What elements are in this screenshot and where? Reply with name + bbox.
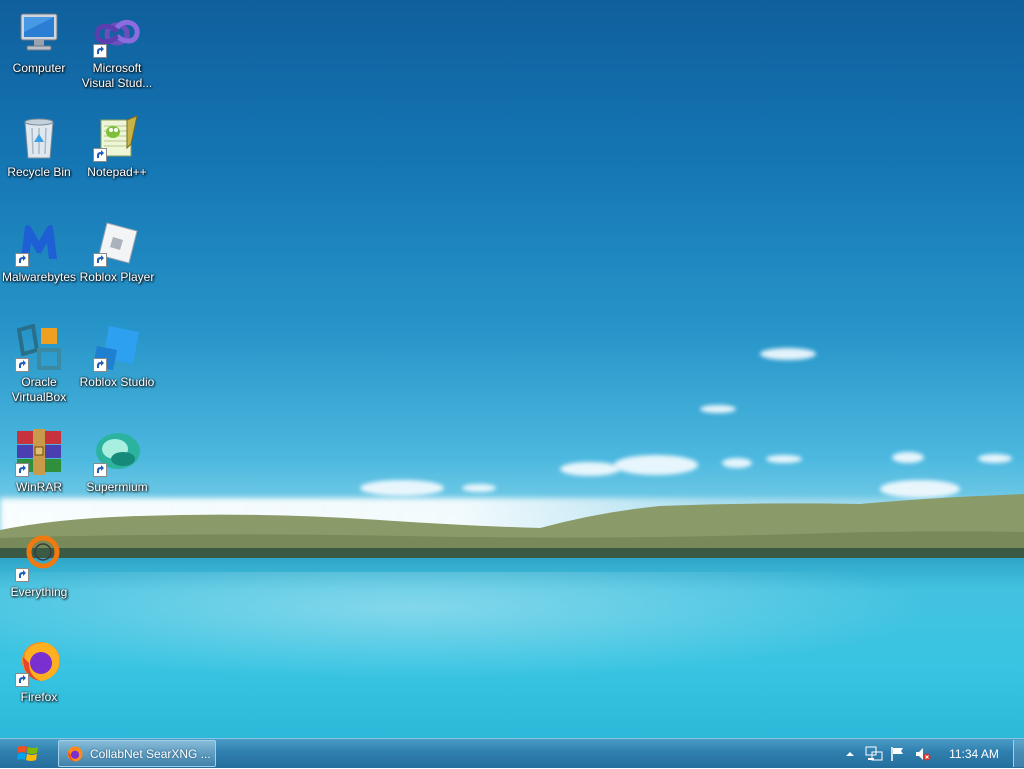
taskbar-button-firefox-window[interactable]: CollabNet SearXNG ... [58,740,216,767]
action-center-flag-icon [891,747,903,761]
malwarebytes-icon [15,219,63,267]
desktop-icon-malwarebytes[interactable]: Malwarebytes [1,219,77,285]
firefox-icon [15,639,63,687]
desktop-icon-label: Supermium [86,480,148,494]
taskbar-clock[interactable]: 11:34 AM [938,739,1010,769]
action-center-tray-button[interactable] [890,739,906,769]
desktop-icon-label: Malwarebytes [1,270,77,284]
shortcut-arrow-icon [93,44,107,58]
desktop-icon-supermium[interactable]: Supermium [79,429,155,495]
show-hidden-icons-button[interactable] [844,739,856,769]
desktop-icon-virtualbox[interactable]: Oracle VirtualBox [1,323,77,405]
shortcut-arrow-icon [15,463,29,477]
winrar-icon [15,429,63,477]
desktop-icon-label: Roblox Studio [79,375,155,389]
desktop-icon-computer[interactable]: Computer [1,10,77,76]
taskbar: CollabNet SearXNG ... 11:34 AM [0,738,1024,768]
shortcut-arrow-icon [15,358,29,372]
shortcut-arrow-icon [93,358,107,372]
desktop-icon-everything[interactable]: Everything [1,534,77,600]
desktop-icon-label: Oracle VirtualBox [11,375,67,404]
desktop-background: Computer Microsoft Visual Stud... Recycl… [0,0,1024,738]
volume-tray-button[interactable] [914,739,932,769]
shortcut-arrow-icon [15,673,29,687]
desktop-icon-label: Microsoft Visual Stud... [81,61,153,90]
desktop-icon-label: Everything [10,585,68,599]
desktop-icon-winrar[interactable]: WinRAR [1,429,77,495]
shortcut-arrow-icon [15,568,29,582]
windows-logo-icon [17,746,38,761]
network-tray-button[interactable] [865,739,883,769]
taskbar-button-label: CollabNet SearXNG ... [90,746,211,761]
virtualbox-icon [15,323,63,372]
desktop-icon-roblox-studio[interactable]: Roblox Studio [79,324,155,390]
desktop-icon-label: Notepad++ [87,165,147,179]
network-icon [865,746,883,761]
everything-icon [15,534,63,582]
roblox-studio-icon [93,324,141,372]
visual-studio-icon [93,10,141,58]
desktop-icon-label: WinRAR [15,480,62,494]
shortcut-arrow-icon [93,148,107,162]
show-desktop-button[interactable] [1013,740,1024,767]
notepad-plus-plus-icon [93,114,141,162]
desktop-icon-label: Roblox Player [79,270,155,284]
show-hidden-icons-arrow [846,752,854,756]
volume-muted-icon [916,748,931,761]
computer-icon [15,10,63,58]
desktop-icon-recycle-bin[interactable]: Recycle Bin [1,114,77,180]
desktop-icon-label: Firefox [20,690,58,704]
desktop-icon-roblox-player[interactable]: Roblox Player [79,219,155,285]
desktop-icon-firefox[interactable]: Firefox [1,639,77,705]
shortcut-arrow-icon [93,253,107,267]
shortcut-arrow-icon [15,253,29,267]
shortcut-arrow-icon [93,463,107,477]
roblox-player-icon [93,219,141,267]
start-button[interactable] [8,741,48,767]
recycle-bin-icon [15,114,63,162]
desktop-icon-notepad-plus-plus[interactable]: Notepad++ [79,114,155,180]
desktop-icon-label: Computer [12,61,66,75]
desktop-icon-label: Recycle Bin [7,165,71,179]
firefox-icon [67,746,83,761]
supermium-icon [93,429,141,477]
desktop-icon-visual-studio[interactable]: Microsoft Visual Stud... [79,10,155,91]
